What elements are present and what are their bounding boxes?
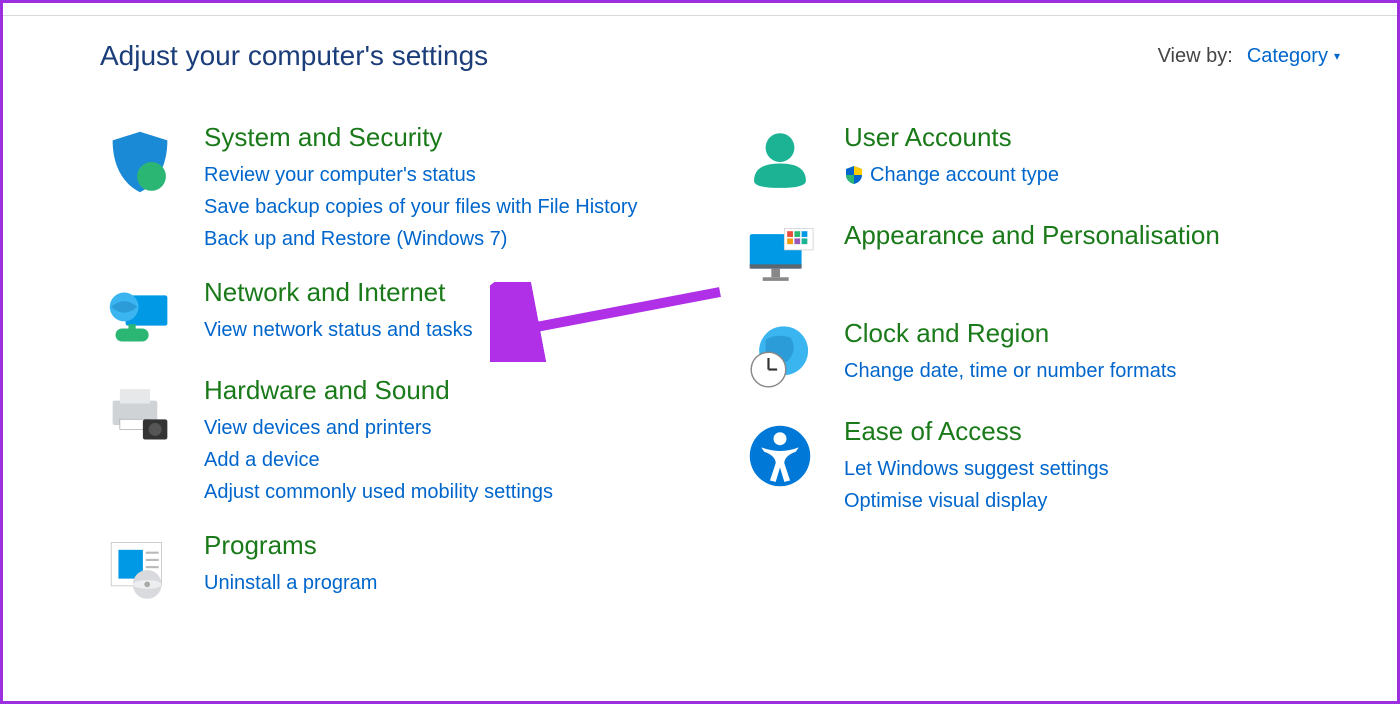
link-change-account-type-label: Change account type <box>870 159 1059 191</box>
category-title-user-accounts[interactable]: User Accounts <box>844 122 1340 153</box>
programs-icon <box>100 530 180 606</box>
category-title-network-internet[interactable]: Network and Internet <box>204 277 700 308</box>
category-user-accounts: User Accounts Change account type <box>740 122 1340 198</box>
category-ease-of-access: Ease of Access Let Windows suggest setti… <box>740 416 1340 517</box>
view-by-value: Category <box>1247 45 1328 68</box>
category-title-appearance[interactable]: Appearance and Personalisation <box>844 220 1340 251</box>
monitor-icon <box>740 220 820 296</box>
link-file-history[interactable]: Save backup copies of your files with Fi… <box>204 191 700 223</box>
link-suggest-settings[interactable]: Let Windows suggest settings <box>844 453 1340 485</box>
link-review-status[interactable]: Review your computer's status <box>204 159 700 191</box>
link-uninstall-program[interactable]: Uninstall a program <box>204 567 700 599</box>
link-mobility-settings[interactable]: Adjust commonly used mobility settings <box>204 476 700 508</box>
category-programs: Programs Uninstall a program <box>100 530 700 606</box>
header-row: Adjust your computer's settings View by:… <box>100 40 1340 122</box>
category-network-internet: Network and Internet View network status… <box>100 277 700 353</box>
category-title-hardware-sound[interactable]: Hardware and Sound <box>204 375 700 406</box>
category-title-clock-region[interactable]: Clock and Region <box>844 318 1340 349</box>
category-hardware-sound: Hardware and Sound View devices and prin… <box>100 375 700 508</box>
top-divider <box>3 15 1397 16</box>
accessibility-icon <box>740 416 820 492</box>
user-icon <box>740 122 820 198</box>
view-by-dropdown[interactable]: Category ▾ <box>1247 45 1340 68</box>
page-title: Adjust your computer's settings <box>100 40 488 72</box>
view-by-label: View by: <box>1158 45 1233 68</box>
category-system-security: System and Security Review your computer… <box>100 122 700 255</box>
category-clock-region: Clock and Region Change date, time or nu… <box>740 318 1340 394</box>
shield-icon <box>100 122 180 198</box>
left-column: System and Security Review your computer… <box>100 122 700 628</box>
category-title-ease-of-access[interactable]: Ease of Access <box>844 416 1340 447</box>
link-change-account-type[interactable]: Change account type <box>844 159 1340 191</box>
link-network-status[interactable]: View network status and tasks <box>204 314 700 346</box>
link-devices-printers[interactable]: View devices and printers <box>204 412 700 444</box>
uac-shield-icon <box>844 165 864 185</box>
category-title-programs[interactable]: Programs <box>204 530 700 561</box>
control-panel-content: Adjust your computer's settings View by:… <box>100 40 1340 628</box>
categories-grid: System and Security Review your computer… <box>100 122 1340 628</box>
network-icon <box>100 277 180 353</box>
link-add-device[interactable]: Add a device <box>204 444 700 476</box>
category-title-system-security[interactable]: System and Security <box>204 122 700 153</box>
chevron-down-icon: ▾ <box>1334 49 1340 63</box>
link-date-time-formats[interactable]: Change date, time or number formats <box>844 355 1340 387</box>
view-by-group: View by: Category ▾ <box>1158 45 1340 68</box>
clock-globe-icon <box>740 318 820 394</box>
right-column: User Accounts Change account type <box>740 122 1340 628</box>
printer-icon <box>100 375 180 451</box>
link-backup-restore[interactable]: Back up and Restore (Windows 7) <box>204 223 700 255</box>
category-appearance: Appearance and Personalisation <box>740 220 1340 296</box>
link-optimise-display[interactable]: Optimise visual display <box>844 485 1340 517</box>
